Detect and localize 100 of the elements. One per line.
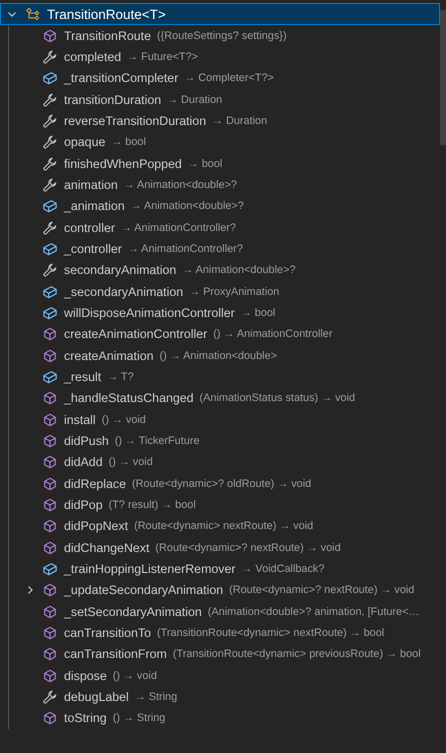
symbol-signature: () → void (102, 414, 146, 426)
wrench-icon (43, 220, 57, 235)
symbol-signature: → T? (107, 370, 134, 383)
symbol-name: createAnimation (64, 348, 154, 363)
cube-icon (43, 391, 57, 406)
symbol-name: willDisposeAnimationController (64, 306, 235, 320)
outline-item[interactable]: _handleStatusChanged (AnimationStatus status) → void (9, 388, 356, 409)
cube-icon (43, 348, 57, 363)
cube-icon (43, 711, 57, 726)
outline-item[interactable]: TransitionRoute<T> (0, 3, 440, 25)
cube-icon (43, 327, 57, 342)
outline-item[interactable]: _controller → AnimationController? (9, 238, 243, 260)
cube-icon (43, 71, 57, 86)
symbol-name: didChangeNext (64, 540, 150, 555)
symbol-signature: () → void (112, 670, 157, 682)
symbol-name: didPush (64, 434, 109, 448)
outline-item[interactable]: opaque → bool (9, 132, 146, 153)
outline-item[interactable]: createAnimation () → Animation<double> (9, 344, 277, 366)
symbol-signature: → Duration (212, 114, 268, 127)
cube-icon (43, 562, 57, 576)
outline-item[interactable]: TransitionRoute ({RouteSettings? settings}) (9, 25, 287, 46)
cube-icon (43, 626, 57, 640)
symbol-name: didPopNext (64, 519, 128, 534)
cube-icon (43, 370, 57, 384)
symbol-name: canTransitionFrom (64, 647, 167, 662)
outline-item[interactable]: didChangeNext (Route<dynamic>? nextRoute) → void (9, 536, 341, 558)
chevron-icon[interactable] (7, 9, 17, 19)
outline-item[interactable]: completed → Future<T?> (9, 46, 198, 68)
outline-item[interactable]: _setSecondaryAnimation (Animation<double>? animation, [Future<… (9, 600, 420, 622)
symbol-name: TransitionRoute (64, 28, 152, 43)
outline-item[interactable]: didPop (T? result) → bool (9, 494, 196, 516)
outline-item[interactable]: transitionDuration → Duration (9, 88, 222, 110)
outline-item[interactable]: createAnimationController () → AnimationController (9, 324, 332, 345)
symbol-signature: (Route<dynamic>? oldRoute) → void (132, 478, 312, 490)
cube-icon (43, 647, 57, 662)
symbol-signature: → bool (111, 136, 146, 148)
symbol-name: secondaryAnimation (64, 263, 176, 278)
symbol-signature: → bool (240, 306, 276, 319)
symbol-signature: → AnimationController? (120, 222, 236, 234)
outline-item[interactable]: dispose () → void (9, 664, 157, 686)
symbol-name: _secondaryAnimation (64, 284, 184, 299)
symbol-name: TransitionRoute<T> (47, 6, 166, 22)
wrench-icon (43, 178, 57, 192)
outline-item[interactable]: canTransitionFrom (TransitionRoute<dynamic> previousRoute) → bool (9, 644, 421, 665)
cube-icon (43, 498, 57, 512)
symbol-signature: → Animation<double>? (124, 178, 237, 191)
symbol-name: _handleStatusChanged (64, 391, 194, 406)
outline-item[interactable]: toString () → String (9, 708, 166, 729)
outline-item[interactable]: _updateSecondaryAnimation (Route<dynamic>? nextRoute) → void (9, 580, 414, 601)
outline-item[interactable]: _trainHoppingListenerRemover → VoidCallback? (9, 558, 324, 580)
symbol-signature: → Animation<double>? (182, 264, 296, 276)
outline-item[interactable]: finishedWhenPopped → bool (9, 152, 222, 174)
symbol-signature: → AnimationController? (128, 242, 243, 255)
symbol-name: opaque (64, 135, 106, 150)
outline-item[interactable]: debugLabel → String (9, 686, 178, 708)
outline-item[interactable]: install () → void (9, 408, 146, 430)
wrench-icon (43, 156, 57, 171)
chevron-icon[interactable] (25, 585, 35, 596)
cube-icon (43, 306, 57, 320)
symbol-signature: ({RouteSettings? settings}) (157, 30, 287, 42)
symbol-name: toString (64, 711, 107, 726)
outline-item[interactable]: willDisposeAnimationController → bool (9, 302, 276, 324)
outline-item[interactable]: _animation → Animation<double>? (9, 196, 244, 217)
outline-item[interactable]: reverseTransitionDuration → Duration (9, 110, 268, 132)
outline-item[interactable]: didPush () → TickerFuture (9, 430, 200, 452)
outline-item[interactable]: didReplace (Route<dynamic>? oldRoute) → void (9, 472, 312, 494)
symbol-signature: (TransitionRoute<dynamic> previousRoute) → bool (172, 648, 421, 660)
cube-icon (43, 434, 57, 448)
symbol-signature: → String (134, 690, 178, 703)
outline-item[interactable]: _transitionCompleter → Completer<T?> (9, 68, 274, 89)
outline-item[interactable]: controller → AnimationController? (9, 216, 236, 238)
symbol-name: controller (64, 220, 115, 235)
symbol-name: didAdd (64, 455, 103, 470)
outline-item[interactable]: _secondaryAnimation → ProxyAnimation (9, 280, 280, 302)
symbol-name: install (64, 412, 96, 427)
cube-icon (43, 28, 57, 43)
symbol-signature: () → Animation<double> (160, 350, 277, 362)
outline-item[interactable]: animation → Animation<double>? (9, 174, 237, 196)
symbol-name: _transitionCompleter (64, 71, 178, 86)
cube-icon (43, 242, 57, 256)
symbol-name: canTransitionTo (64, 626, 152, 640)
wrench-icon (43, 263, 57, 278)
symbol-name: finishedWhenPopped (64, 156, 182, 171)
symbol-name: transitionDuration (64, 92, 162, 107)
symbol-name: didPop (64, 498, 103, 512)
wrench-icon (43, 135, 57, 150)
symbol-signature: → Animation<double>? (130, 200, 244, 212)
outline-item[interactable]: didPopNext (Route<dynamic> nextRoute) → void (9, 516, 314, 537)
symbol-signature: (Route<dynamic>? nextRoute) → void (229, 584, 414, 596)
cube-icon (43, 604, 57, 619)
outline-item[interactable]: canTransitionTo (TransitionRoute<dynamic> nextRoute) → bool (9, 622, 384, 644)
outline-item[interactable]: _result → T? (9, 366, 134, 388)
symbol-name: reverseTransitionDuration (64, 114, 206, 128)
scrollbar-thumb[interactable] (440, 10, 446, 145)
cube-icon (43, 199, 57, 214)
outline-item[interactable]: secondaryAnimation → Animation<double>? (9, 260, 296, 281)
outline-item[interactable]: didAdd () → void (9, 452, 153, 473)
wrench-icon (43, 92, 57, 107)
symbol-name: _animation (64, 199, 125, 214)
cube-icon (43, 284, 57, 299)
